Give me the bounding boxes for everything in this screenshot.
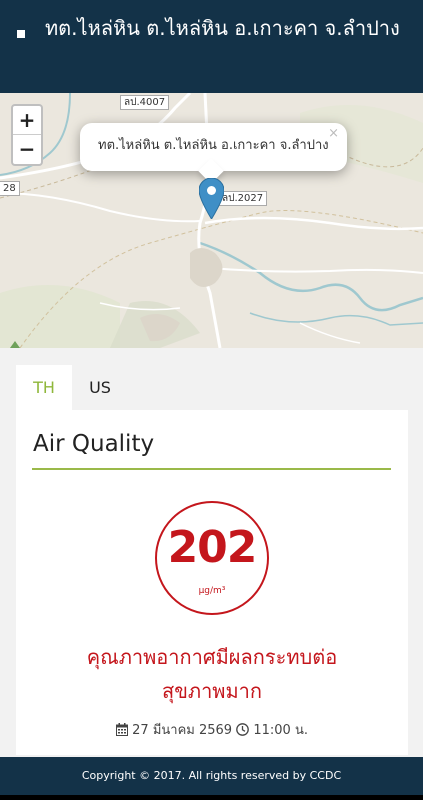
map-marker-icon[interactable]: [199, 178, 224, 219]
air-quality-status: คุณภาพอากาศมีผลกระทบต่อ สุขภาพมาก: [16, 640, 408, 708]
unit-tabs: TH US: [16, 365, 408, 410]
page-title: ทต.ไหล่หิน ต.ไหล่หิน อ.เกาะคา จ.ลำปาง: [45, 16, 400, 40]
map-popup: ทต.ไหล่หิน ต.ไหล่หิน อ.เกาะคา จ.ลำปาง ×: [80, 123, 347, 184]
zoom-in-button[interactable]: +: [13, 106, 41, 135]
app-header: ทต.ไหล่หิน ต.ไหล่หิน อ.เกาะคา จ.ลำปาง: [0, 0, 423, 93]
clock-icon: [236, 723, 250, 736]
aqi-value: 202: [167, 522, 258, 573]
measurement-datetime: 27 มีนาคม 2569 11:00 น.: [16, 722, 408, 740]
page-footer: Copyright © 2017. All rights reserved by…: [0, 757, 423, 795]
zoom-control: + −: [11, 104, 43, 166]
measurement-time: 11:00 น.: [253, 723, 308, 738]
calendar-icon: [116, 723, 129, 736]
card-heading: Air Quality: [33, 431, 155, 457]
menu-bullet-icon: [17, 30, 25, 38]
tab-us[interactable]: US: [72, 365, 128, 410]
road-label: ลป.4007: [120, 95, 170, 110]
air-quality-card: Air Quality 202 µg/m³ คุณภาพอากาศมีผลกระ…: [16, 410, 408, 755]
tab-th[interactable]: TH: [16, 365, 72, 410]
road-label: ลป.2027: [218, 191, 268, 206]
status-line: คุณภาพอากาศมีผลกระทบต่อ: [86, 645, 338, 669]
road-label: 28: [0, 181, 20, 196]
popup-text: ทต.ไหล่หิน ต.ไหล่หิน อ.เกาะคา จ.ลำปาง: [98, 138, 329, 153]
heading-divider: [32, 468, 391, 470]
aqi-badge: 202 µg/m³: [155, 501, 269, 615]
aqi-unit: µg/m³: [198, 586, 226, 596]
measurement-date: 27 มีนาคม 2569: [132, 723, 233, 738]
popup-close-button[interactable]: ×: [328, 127, 339, 141]
zoom-out-button[interactable]: −: [13, 135, 41, 164]
bottom-strip: [0, 795, 423, 800]
copyright-text: Copyright © 2017. All rights reserved by…: [81, 769, 342, 782]
status-line: สุขภาพมาก: [162, 679, 262, 703]
